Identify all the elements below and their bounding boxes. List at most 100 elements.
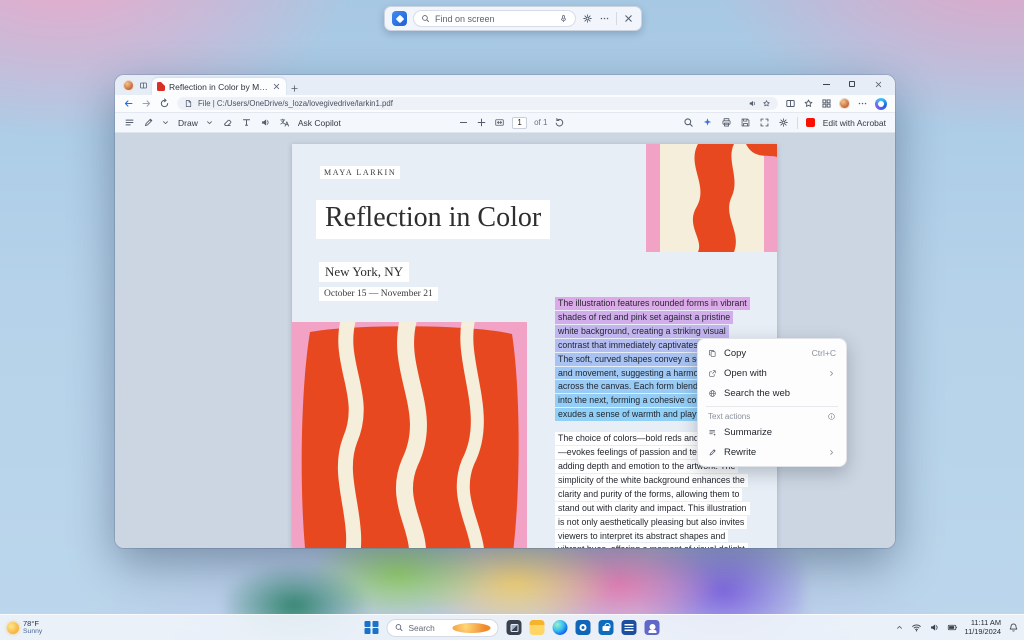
- task-view-button[interactable]: [507, 620, 522, 635]
- sun-icon: [7, 622, 19, 634]
- back-icon[interactable]: [123, 98, 134, 109]
- eraser-icon[interactable]: [222, 117, 233, 128]
- menu-item-copy[interactable]: Copy Ctrl+C: [702, 343, 842, 363]
- notifications-bell-icon[interactable]: [1008, 622, 1019, 633]
- volume-icon[interactable]: [929, 622, 940, 633]
- draw-dropdown-icon: [205, 118, 214, 127]
- doc-line: is not only aesthetically pleasing but a…: [555, 515, 755, 529]
- read-aloud-toolbar-icon[interactable]: [260, 117, 271, 128]
- taskbar-weather-widget[interactable]: 78°F Sunny: [7, 620, 42, 636]
- pdf-settings-icon[interactable]: [778, 117, 789, 128]
- menu-separator: [706, 406, 838, 407]
- chevron-right-icon: [827, 369, 836, 378]
- wifi-icon[interactable]: [911, 622, 922, 633]
- edge-icon[interactable]: [553, 620, 568, 635]
- mic-icon[interactable]: [559, 14, 568, 23]
- ask-copilot-button[interactable]: Ask Copilot: [298, 118, 341, 128]
- exhibit-dates: October 15 — November 21: [319, 287, 438, 301]
- copilot-sparkle-icon[interactable]: [702, 117, 713, 128]
- collections-icon[interactable]: [821, 98, 832, 109]
- file-icon: [184, 99, 193, 108]
- pen-dropdown-icon[interactable]: [161, 118, 170, 127]
- find-on-screen-bar: Find on screen: [384, 6, 642, 31]
- forward-icon[interactable]: [141, 98, 152, 109]
- fullscreen-icon[interactable]: [759, 117, 770, 128]
- doc-line: The illustration features rounded forms …: [555, 296, 755, 310]
- context-menu: Copy Ctrl+C Open with Search the web Tex…: [697, 338, 847, 467]
- doc-line: shades of red and pink set against a pri…: [555, 310, 755, 324]
- weather-condition: Sunny: [23, 628, 42, 636]
- teams-icon[interactable]: [645, 620, 660, 635]
- menu-item-open-with[interactable]: Open with: [702, 363, 842, 383]
- store-icon[interactable]: [599, 620, 614, 635]
- refresh-icon[interactable]: [159, 98, 170, 109]
- menu-item-summarize[interactable]: Summarize: [702, 422, 842, 442]
- new-tab-button[interactable]: [290, 84, 299, 93]
- info-icon[interactable]: [827, 412, 836, 421]
- artwork-large: [292, 322, 527, 548]
- taskbar: 78°F Sunny Search 11:11 AM 11/19/2024: [0, 614, 1024, 640]
- split-screen-icon[interactable]: [785, 98, 796, 109]
- pen-tool-icon[interactable]: [143, 117, 154, 128]
- divider: [616, 12, 617, 25]
- edit-with-acrobat-button[interactable]: Edit with Acrobat: [823, 118, 886, 128]
- zoom-in-icon[interactable]: [476, 117, 487, 128]
- browser-tab[interactable]: Reflection in Color by Maya Larkin: [152, 78, 286, 95]
- vertical-tabs-icon[interactable]: [139, 81, 148, 90]
- taskbar-search-label: Search: [409, 623, 448, 633]
- chevron-right-icon: [827, 448, 836, 457]
- pdf-toolbar: Draw Ask Copilot of 1 Edit with Acrobat: [115, 113, 895, 133]
- pdf-toolbar-right: Edit with Acrobat: [683, 117, 886, 129]
- profile-avatar-small[interactable]: [839, 98, 850, 109]
- rotate-icon[interactable]: [554, 117, 565, 128]
- menu-item-search-web[interactable]: Search the web: [702, 383, 842, 403]
- read-aloud-icon[interactable]: [748, 99, 757, 108]
- start-button[interactable]: [365, 621, 379, 635]
- save-icon[interactable]: [740, 117, 751, 128]
- acrobat-icon: [806, 118, 815, 127]
- page-total-label: of 1: [534, 118, 547, 127]
- table-of-contents-icon[interactable]: [124, 117, 135, 128]
- search-document-icon[interactable]: [683, 117, 694, 128]
- maximize-button[interactable]: [839, 75, 865, 93]
- open-with-icon: [708, 369, 717, 378]
- browser-menu-icon[interactable]: [857, 98, 868, 109]
- outlook-icon[interactable]: [576, 620, 591, 635]
- search-highlight-icon: [452, 623, 491, 633]
- tab-title: Reflection in Color by Maya Larkin: [169, 82, 268, 92]
- print-icon[interactable]: [721, 117, 732, 128]
- file-explorer-icon[interactable]: [530, 620, 545, 635]
- hidden-icons-chevron[interactable]: [895, 623, 904, 632]
- globe-icon: [708, 389, 717, 398]
- draw-tool[interactable]: Draw: [178, 118, 214, 128]
- doc-line: simplicity of the white background enhan…: [555, 473, 755, 487]
- clock[interactable]: 11:11 AM 11/19/2024: [965, 619, 1001, 636]
- favorite-star-icon[interactable]: [762, 99, 771, 108]
- close-window-button[interactable]: [865, 75, 891, 93]
- page-number-input[interactable]: [512, 117, 527, 129]
- fit-to-width-icon[interactable]: [494, 117, 505, 128]
- find-placeholder: Find on screen: [435, 14, 554, 24]
- word-icon[interactable]: [622, 620, 637, 635]
- settings-gear-icon[interactable]: [582, 13, 593, 24]
- find-on-screen-input[interactable]: Find on screen: [413, 10, 576, 27]
- artwork-small: [646, 144, 777, 252]
- more-options-icon[interactable]: [599, 13, 610, 24]
- translate-icon[interactable]: [279, 117, 290, 128]
- battery-icon[interactable]: [947, 622, 958, 633]
- divider: [797, 117, 798, 129]
- zoom-out-icon[interactable]: [458, 117, 469, 128]
- url-field[interactable]: File | C:/Users/OneDrive/s_loza/lovegive…: [177, 97, 778, 110]
- taskbar-search[interactable]: Search: [387, 619, 499, 637]
- summarize-icon: [708, 428, 717, 437]
- text-tool-icon[interactable]: [241, 117, 252, 128]
- profile-avatar[interactable]: [123, 80, 134, 91]
- copy-icon: [708, 349, 717, 358]
- copilot-icon[interactable]: [875, 98, 887, 110]
- menu-item-rewrite[interactable]: Rewrite: [702, 442, 842, 462]
- close-icon[interactable]: [623, 13, 634, 24]
- doc-line: viewers to interpret its abstract shapes…: [555, 529, 755, 543]
- tab-close-icon[interactable]: [272, 82, 281, 91]
- favorites-icon[interactable]: [803, 98, 814, 109]
- minimize-button[interactable]: [813, 75, 839, 93]
